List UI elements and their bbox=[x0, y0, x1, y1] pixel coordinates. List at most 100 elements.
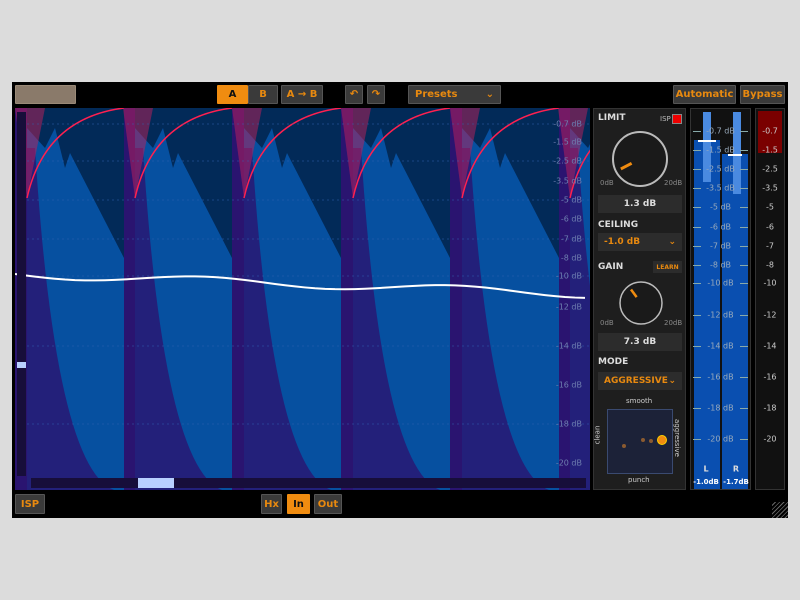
meter-tick bbox=[740, 169, 748, 170]
compare-a-button[interactable]: A bbox=[217, 85, 248, 104]
gain-min-label: 0dB bbox=[600, 319, 614, 327]
automatic-button[interactable]: Automatic bbox=[673, 85, 736, 104]
gain-max-label: 20dB bbox=[664, 319, 683, 327]
scale-label: -20 bbox=[763, 434, 777, 444]
db-scale-label: -18 dB bbox=[555, 419, 582, 429]
db-scale-label: -3.5 dB bbox=[553, 176, 582, 186]
meter-left-name: L bbox=[703, 464, 709, 474]
meter-tick bbox=[693, 169, 701, 170]
in-button[interactable]: In bbox=[287, 494, 310, 514]
meter-left-value: -1.0dB bbox=[693, 478, 719, 486]
meter-tick bbox=[740, 150, 748, 151]
meter-tick bbox=[740, 131, 748, 132]
meter-tick bbox=[740, 408, 748, 409]
scale-label: -7 bbox=[766, 241, 774, 251]
meter-tick bbox=[693, 346, 701, 347]
ceiling-dropdown[interactable]: -1.0 dB ⌄ bbox=[598, 233, 682, 251]
vertical-zoom-scrollbar[interactable] bbox=[17, 112, 26, 476]
meter-tick bbox=[740, 346, 748, 347]
db-scale-label: -16 dB bbox=[555, 380, 582, 390]
scale-label: -8 bbox=[766, 260, 774, 270]
scale-label: -0.7 bbox=[762, 126, 778, 136]
meter-tick bbox=[693, 246, 701, 247]
limit-knob[interactable] bbox=[610, 129, 670, 189]
xy-bottom-label: punch bbox=[628, 476, 650, 484]
mode-dropdown[interactable]: AGGRESSIVE ⌄ bbox=[598, 372, 682, 390]
meter-tick bbox=[693, 265, 701, 266]
out-button[interactable]: Out bbox=[314, 494, 342, 514]
presets-label: Presets bbox=[415, 89, 458, 100]
scale-label: -2.5 bbox=[762, 164, 778, 174]
meter-tick bbox=[740, 188, 748, 189]
meter-tick bbox=[693, 227, 701, 228]
learn-button[interactable]: LEARN bbox=[653, 261, 682, 273]
scale-label: -10 bbox=[763, 278, 777, 288]
scale-label: -5 bbox=[766, 202, 774, 212]
preset-name-field[interactable] bbox=[15, 85, 76, 104]
scale-label: -18 bbox=[763, 403, 777, 413]
xy-right-label: aggressive bbox=[672, 419, 681, 457]
limit-max-label: 20dB bbox=[664, 179, 683, 187]
isp-indicator-label: ISP bbox=[660, 115, 671, 123]
isp-indicator[interactable] bbox=[672, 114, 682, 124]
scale-label: -14 bbox=[763, 341, 777, 351]
meter-tick bbox=[740, 315, 748, 316]
ceiling-value: -1.0 dB bbox=[604, 237, 641, 247]
meter-tick bbox=[693, 283, 701, 284]
xy-position-handle[interactable] bbox=[657, 435, 667, 445]
db-scale-label: -6 dB bbox=[560, 214, 582, 224]
isp-button[interactable]: ISP bbox=[15, 494, 45, 514]
plugin-window: A B A → B ↶ ↷ Presets ⌄ Automatic Bypass … bbox=[12, 82, 788, 518]
vertical-scroll-thumb[interactable] bbox=[17, 362, 26, 368]
output-level-meter: -0.7 dB -1.5 dB -2.5 dB -3.5 dB -5 dB -6 dB -7… bbox=[690, 108, 751, 490]
chevron-down-icon: ⌄ bbox=[668, 237, 676, 247]
waveform-display: -0.7 dB -1.5 dB -2.5 dB -3.5 dB -5 dB -6 dB -7… bbox=[15, 108, 590, 490]
waveform-svg bbox=[15, 108, 590, 490]
scale-label: -3.5 bbox=[762, 183, 778, 193]
meter-tick bbox=[693, 408, 701, 409]
mode-value: AGGRESSIVE bbox=[604, 376, 668, 386]
control-panel: LIMIT ISP 0dB 20dB 1.3 dB CEILING -1.0 d… bbox=[593, 108, 686, 490]
copy-a-to-b-button[interactable]: A → B bbox=[281, 85, 323, 104]
meter-tick bbox=[693, 315, 701, 316]
meter-tick bbox=[740, 227, 748, 228]
meter-tick bbox=[693, 131, 701, 132]
presets-dropdown[interactable]: Presets ⌄ bbox=[408, 85, 501, 104]
xy-top-label: smooth bbox=[626, 397, 653, 405]
redo-icon[interactable]: ↷ bbox=[367, 85, 385, 104]
horizontal-scrollbar[interactable] bbox=[31, 478, 586, 488]
resize-handle[interactable] bbox=[772, 502, 788, 518]
meter-tick bbox=[740, 439, 748, 440]
db-scale-label: -0.7 dB bbox=[553, 119, 582, 129]
compare-b-button[interactable]: B bbox=[248, 85, 278, 104]
db-scale-label: -14 dB bbox=[555, 341, 582, 351]
gain-reduction-scale: -0.7 -1.5 -2.5 -3.5 -5 -6 -7 -8 -10 -12 -14 -16 -18 -… bbox=[755, 108, 785, 490]
horizontal-scroll-thumb[interactable] bbox=[138, 478, 174, 488]
db-scale-label: -1.5 dB bbox=[553, 137, 582, 147]
limit-value[interactable]: 1.3 dB bbox=[598, 195, 682, 213]
scale-label: -16 bbox=[763, 372, 777, 382]
mode-xy-pad[interactable] bbox=[607, 409, 673, 474]
meter-tick bbox=[693, 150, 701, 151]
db-scale-label: -8 dB bbox=[560, 253, 582, 263]
gain-value[interactable]: 7.3 dB bbox=[598, 333, 682, 351]
mode-label: MODE bbox=[598, 357, 629, 367]
scale-label: -12 bbox=[763, 310, 777, 320]
chevron-down-icon: ⌄ bbox=[485, 89, 494, 100]
xy-left-label: clean bbox=[593, 425, 602, 445]
meter-tick bbox=[740, 207, 748, 208]
meter-right-value: -1.7dB bbox=[723, 478, 749, 486]
db-scale-label: -7 dB bbox=[560, 234, 582, 244]
bypass-button[interactable]: Bypass bbox=[740, 85, 785, 104]
meter-tick bbox=[740, 377, 748, 378]
db-scale-label: -5 dB bbox=[560, 195, 582, 205]
hx-button[interactable]: Hx bbox=[261, 494, 282, 514]
undo-icon[interactable]: ↶ bbox=[345, 85, 363, 104]
gain-knob[interactable] bbox=[618, 280, 664, 326]
meter-tick bbox=[693, 188, 701, 189]
meter-tick bbox=[693, 377, 701, 378]
meter-tick bbox=[693, 439, 701, 440]
limit-min-label: 0dB bbox=[600, 179, 614, 187]
gain-label: GAIN bbox=[598, 262, 624, 272]
meter-tick bbox=[740, 265, 748, 266]
